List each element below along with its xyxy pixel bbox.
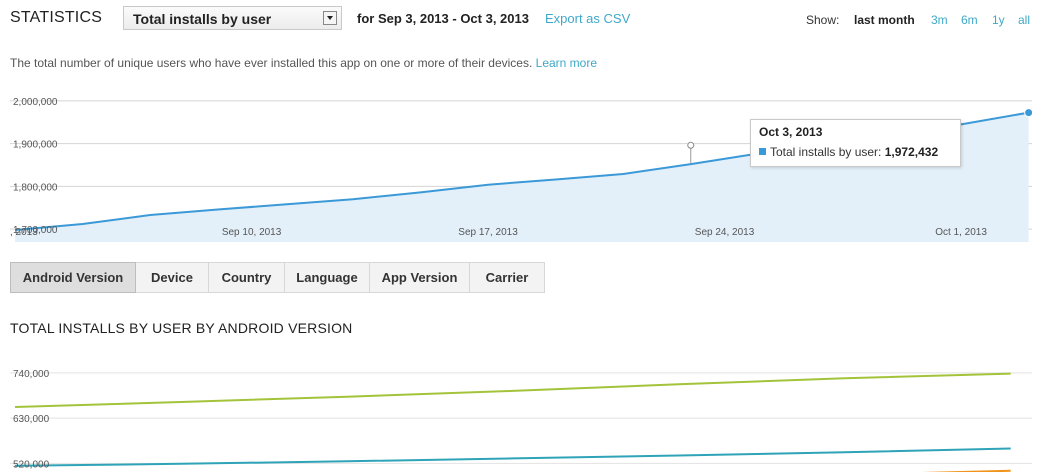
tab-android-version[interactable]: Android Version (10, 262, 136, 293)
range-1y[interactable]: 1y (992, 13, 1005, 27)
description-text: The total number of unique users who hav… (10, 56, 533, 70)
y-tick-label: 1,900,000 (13, 140, 58, 151)
export-csv-link[interactable]: Export as CSV (545, 11, 630, 26)
x-tick-label: , 2013 (10, 227, 38, 238)
tab-device[interactable]: Device (136, 262, 209, 293)
last-point-marker (1024, 108, 1032, 118)
chevron-down-icon[interactable] (323, 11, 337, 25)
tooltip-line: Total installs by user: 1,972,432 (759, 145, 938, 159)
tab-app-version[interactable]: App Version (370, 262, 470, 293)
breakdown-tabs: Android Version Device Country Language … (10, 262, 545, 293)
range-last-month[interactable]: last month (854, 13, 915, 27)
tab-country[interactable]: Country (209, 262, 285, 293)
tab-carrier[interactable]: Carrier (470, 262, 545, 293)
y-tick-label: 520,000 (13, 459, 50, 470)
show-label: Show: (806, 13, 840, 27)
page-title: STATISTICS (10, 9, 103, 26)
range-3m[interactable]: 3m (931, 13, 948, 27)
android-version-chart[interactable]: 740,000 630,000 520,000 (10, 358, 1032, 472)
x-tick-label: Sep 10, 2013 (222, 227, 282, 238)
y-tick-label: 630,000 (13, 414, 50, 425)
range-all[interactable]: all (1018, 13, 1030, 27)
tooltip-date: Oct 3, 2013 (759, 125, 823, 139)
tab-language[interactable]: Language (285, 262, 370, 293)
y-tick-label: 1,800,000 (13, 182, 58, 193)
metric-description: The total number of unique users who hav… (10, 56, 597, 70)
metric-select[interactable]: Total installs by user (123, 6, 342, 30)
chart-tooltip: Oct 3, 2013 Total installs by user: 1,97… (750, 119, 961, 167)
metric-select-value: Total installs by user (133, 11, 272, 27)
tooltip-value: 1,972,432 (884, 145, 939, 159)
android-version-chart-svg: 740,000 630,000 520,000 (10, 369, 1032, 472)
series-swatch-icon (759, 148, 766, 155)
tooltip-series: Total installs by user: (770, 145, 882, 159)
version-series-line (14, 372, 1011, 408)
range-6m[interactable]: 6m (961, 13, 978, 27)
breakdown-title: TOTAL INSTALLS BY USER BY ANDROID VERSIO… (10, 320, 353, 336)
x-tick-label: Oct 1, 2013 (935, 227, 987, 238)
date-range-label: for Sep 3, 2013 - Oct 3, 2013 (357, 11, 529, 26)
y-tick-label: 740,000 (13, 369, 50, 380)
x-tick-label: Sep 17, 2013 (458, 227, 518, 238)
statistics-header: STATISTICS Total installs by user for Se… (0, 0, 1044, 40)
annotation-pin-icon (687, 141, 695, 149)
learn-more-link[interactable]: Learn more (536, 56, 597, 70)
y-tick-label: 2,000,000 (13, 97, 58, 108)
x-tick-label: Sep 24, 2013 (695, 227, 755, 238)
